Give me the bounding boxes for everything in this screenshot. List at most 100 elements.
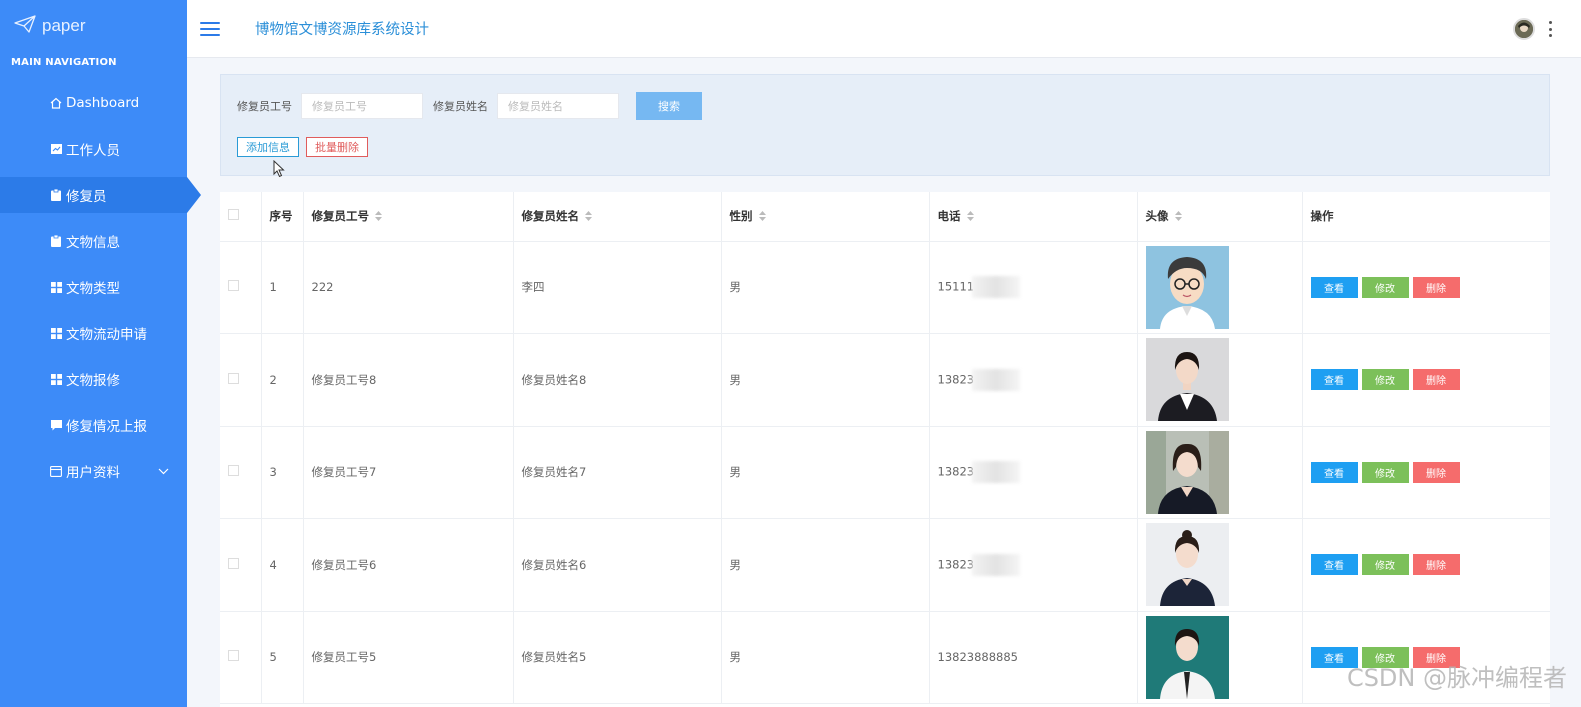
repairer-name-input[interactable]	[497, 93, 619, 119]
delete-button[interactable]: 删除	[1412, 276, 1460, 298]
delete-button[interactable]: 删除	[1412, 369, 1460, 391]
search-button[interactable]: 搜索	[636, 92, 702, 120]
repairer-name-label: 修复员姓名	[433, 100, 488, 113]
avatar-photo[interactable]	[1145, 245, 1229, 329]
sidebar-item-label: 修复员	[66, 189, 107, 205]
row-gender: 男	[721, 333, 930, 427]
row-index: 2	[261, 333, 304, 427]
select-all-cell	[220, 192, 262, 242]
row-index: 5	[261, 611, 304, 704]
phone-mask	[972, 368, 1021, 391]
avatar-photo[interactable]	[1145, 615, 1229, 699]
edit-button[interactable]: 修改	[1361, 276, 1409, 298]
table-row: 3 修复员工号7 修复员姓名7 男 13823 查看 修改 删除	[220, 426, 1550, 519]
brand-name: paper	[42, 16, 86, 35]
col-phone[interactable]: 电话	[929, 192, 1138, 242]
row-gender: 男	[721, 518, 930, 612]
sidebar-item-user-profile[interactable]: 用户资料	[0, 448, 187, 494]
avatar-photo[interactable]	[1145, 430, 1229, 514]
col-actions: 操作	[1302, 192, 1550, 242]
grid-icon	[50, 373, 62, 385]
row-gender: 男	[721, 426, 930, 519]
view-button[interactable]: 查看	[1310, 276, 1358, 298]
edit-button[interactable]: 修改	[1361, 461, 1409, 483]
grid-icon	[50, 281, 62, 293]
row-phone: 13823	[937, 372, 975, 387]
sidebar-item-dashboard[interactable]: Dashboard	[0, 80, 187, 126]
menu-toggle-icon[interactable]	[200, 21, 220, 36]
repairer-table: 序号 修复员工号 修复员姓名 性别 电话 头像 操作 1 222 李四 男 15…	[220, 192, 1550, 707]
mouse-cursor-icon	[273, 159, 285, 182]
table-row: 2 修复员工号8 修复员姓名8 男 13823 查看 修改 删除	[220, 333, 1550, 427]
row-checkbox[interactable]	[228, 465, 239, 477]
row-checkbox[interactable]	[228, 372, 239, 384]
app-title: 博物馆文博资源库系统设计	[255, 22, 429, 38]
row-repairer-id: 修复员工号6	[303, 518, 514, 612]
more-options-icon[interactable]	[1549, 21, 1553, 37]
edit-button[interactable]: 修改	[1361, 554, 1409, 576]
row-phone: 13823	[937, 557, 975, 572]
sidebar-item-repairer[interactable]: 修复员	[0, 177, 201, 213]
row-repairer-name: 修复员姓名5	[513, 611, 722, 704]
sidebar-nav: Dashboard 工作人员 修复员 文物信息 文物类型 文物流动申请 文物报修	[0, 80, 201, 494]
phone-mask	[972, 461, 1021, 484]
view-button[interactable]: 查看	[1310, 461, 1358, 483]
watermark: CSDN @脉冲编程者	[1346, 664, 1567, 692]
action-row: 添加信息 批量删除	[237, 137, 368, 157]
edit-button[interactable]: 修改	[1361, 369, 1409, 391]
col-label: 头像	[1145, 209, 1169, 224]
sidebar-item-label: 文物类型	[66, 281, 120, 297]
sort-icon[interactable]	[375, 210, 382, 224]
col-repairer-id[interactable]: 修复员工号	[303, 192, 514, 242]
comment-icon	[50, 419, 62, 431]
row-repairer-name: 修复员姓名8	[513, 333, 722, 427]
table-header-row: 序号 修复员工号 修复员姓名 性别 电话 头像 操作	[220, 192, 1550, 242]
search-panel: 修复员工号 修复员姓名 搜索 添加信息 批量删除	[220, 74, 1550, 176]
row-checkbox[interactable]	[228, 650, 239, 662]
sort-icon[interactable]	[966, 210, 974, 224]
brand[interactable]: paper	[0, 0, 187, 52]
table-row: 1 222 李四 男 15111 查看 修改 删除	[220, 241, 1550, 334]
col-label: 电话	[937, 209, 961, 224]
row-gender: 男	[721, 241, 930, 334]
user-avatar[interactable]	[1513, 18, 1535, 40]
paper-plane-icon	[14, 15, 36, 37]
row-repairer-name: 李四	[513, 241, 722, 334]
sort-icon[interactable]	[758, 210, 766, 224]
phone-mask	[972, 553, 1021, 576]
col-gender[interactable]: 性别	[721, 192, 930, 242]
view-button[interactable]: 查看	[1310, 369, 1358, 391]
select-all-checkbox[interactable]	[228, 209, 239, 221]
row-select-cell	[220, 241, 262, 334]
clipboard-icon	[50, 189, 62, 201]
sidebar-item-label: 工作人员	[66, 143, 120, 159]
sidebar-item-artifact-repair[interactable]: 文物报修	[0, 356, 187, 402]
sidebar-item-repair-report[interactable]: 修复情况上报	[0, 402, 187, 448]
sidebar-item-staff[interactable]: 工作人员	[0, 126, 187, 172]
row-checkbox[interactable]	[228, 557, 239, 569]
row-checkbox[interactable]	[228, 280, 239, 292]
row-index: 3	[261, 426, 304, 519]
add-info-button[interactable]: 添加信息	[237, 137, 299, 157]
col-avatar[interactable]: 头像	[1137, 192, 1303, 242]
avatar-photo[interactable]	[1145, 523, 1229, 607]
row-index: 1	[261, 241, 304, 334]
sort-icon[interactable]	[1174, 210, 1182, 224]
row-avatar-cell	[1137, 241, 1303, 334]
col-repairer-name[interactable]: 修复员姓名	[513, 192, 722, 242]
row-repairer-id: 修复员工号5	[303, 611, 514, 704]
sidebar-item-label: 修复情况上报	[66, 419, 147, 435]
sidebar-item-artifact-flow[interactable]: 文物流动申请	[0, 310, 187, 356]
repairer-id-input[interactable]	[301, 93, 423, 119]
row-phone: 15111	[937, 279, 975, 294]
nav-caption: MAIN NAVIGATION	[11, 57, 117, 68]
view-button[interactable]: 查看	[1310, 554, 1358, 576]
sidebar-item-artifact-info[interactable]: 文物信息	[0, 218, 187, 264]
avatar-photo[interactable]	[1145, 338, 1229, 422]
sort-icon[interactable]	[585, 210, 592, 224]
delete-button[interactable]: 删除	[1412, 461, 1460, 483]
sidebar-item-artifact-type[interactable]: 文物类型	[0, 264, 187, 310]
bulk-delete-button[interactable]: 批量删除	[306, 137, 368, 157]
row-actions-cell: 查看 修改 删除	[1302, 426, 1550, 519]
delete-button[interactable]: 删除	[1412, 554, 1460, 576]
